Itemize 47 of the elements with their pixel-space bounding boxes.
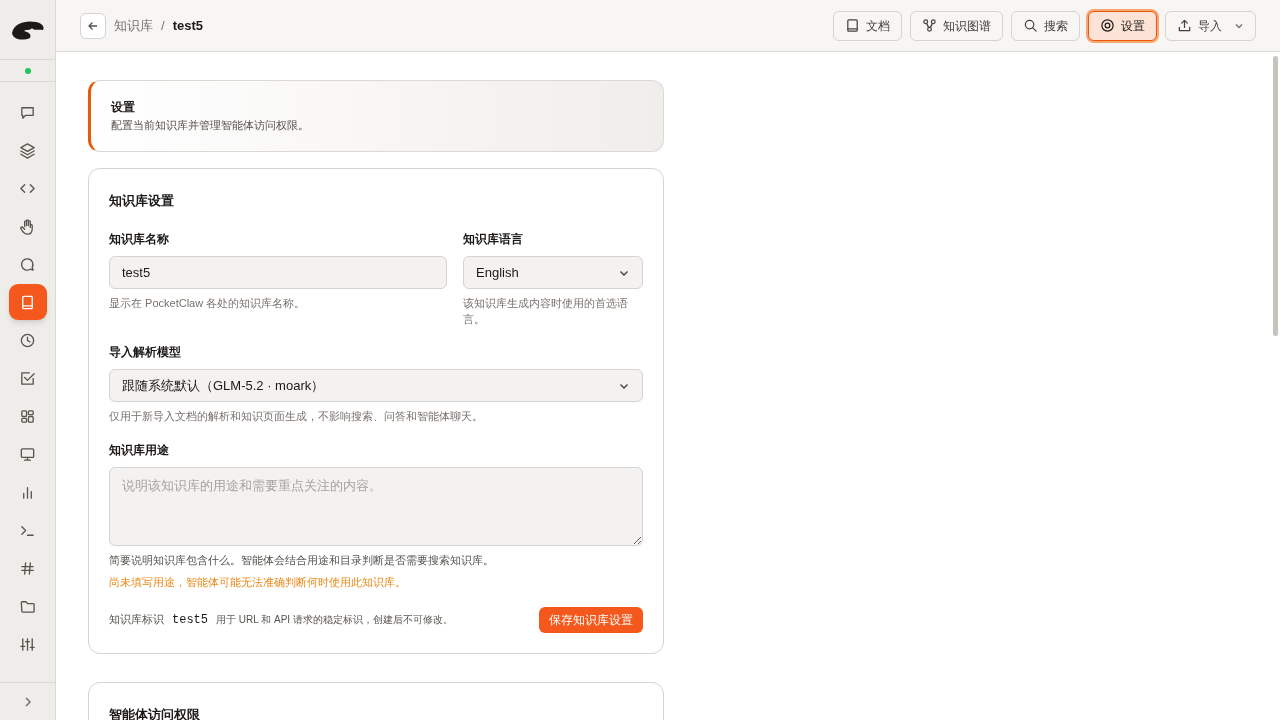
model-select[interactable]: 跟随系统默认（GLM-5.2 · moark） xyxy=(109,369,643,402)
hash-icon xyxy=(19,559,36,577)
toolbar-button[interactable]: 设置 xyxy=(1088,10,1157,41)
warning-text: 尚未填写用途，智能体可能无法准确判断何时使用此知识库。 xyxy=(109,575,407,590)
purpose-textarea[interactable]: 说明该知识库的用途和需要重点关注的内容。 xyxy=(109,466,643,546)
field-help: 简要说明知识库包含什么。智能体会结合用途和目录判断是否需要搜索知识库。 xyxy=(109,552,495,568)
breadcrumb-link[interactable]: 知识库 xyxy=(114,15,153,36)
back-button[interactable] xyxy=(80,12,106,39)
name-input[interactable]: test5 xyxy=(109,256,447,289)
card-title: 智能体访问权限 xyxy=(109,705,201,720)
clock-icon xyxy=(19,331,36,349)
dashboard-icon xyxy=(19,407,36,425)
field-label: 导入解析模型 xyxy=(109,344,182,361)
search-icon xyxy=(1023,18,1038,33)
breadcrumb-current: test5 xyxy=(172,16,203,35)
identifier-note: 用于 URL 和 API 请求的稳定标识，创建后不可修改。 xyxy=(216,613,453,627)
logo-icon xyxy=(9,18,46,41)
back-arrow-icon xyxy=(87,19,99,32)
hand-icon xyxy=(19,217,36,235)
nodes-icon xyxy=(922,18,937,33)
sliders-icon xyxy=(19,635,36,653)
identifier-value: test5 xyxy=(172,611,208,629)
field-help: 显示在 PocketClaw 各处的知识库名称。 xyxy=(109,296,307,311)
field-label: 知识库名称 xyxy=(109,231,170,248)
toolbar-button[interactable]: 搜索 xyxy=(1011,10,1080,41)
toolbar-button[interactable]: 知识图谱 xyxy=(910,10,1003,41)
import-dropdown[interactable]: 导入 xyxy=(1165,10,1256,41)
monitor-icon xyxy=(19,445,36,463)
field-label: 知识库语言 xyxy=(463,231,524,248)
field-label: 知识库用途 xyxy=(109,441,170,459)
settings-icon xyxy=(1100,18,1115,33)
field-help: 仅用于新导入文档的解析和知识页面生成，不影响搜索、问答和智能体聊天。 xyxy=(109,409,484,424)
book-icon xyxy=(19,293,36,311)
layers-icon xyxy=(19,141,36,159)
card-title: 知识库设置 xyxy=(109,191,175,210)
field-help: 该知识库生成内容时使用的首选语言。 xyxy=(463,296,629,327)
speech-bubble-icon xyxy=(19,255,36,273)
banner-subtitle: 配置当前知识库并管理智能体访问权限。 xyxy=(111,118,310,133)
toolbar-button[interactable]: 文档 xyxy=(833,10,902,41)
banner-title: 设置 xyxy=(111,99,136,116)
checkbox-icon xyxy=(19,369,36,387)
identifier-label: 知识库标识 xyxy=(109,612,164,628)
book-icon xyxy=(845,18,860,33)
sidebar-item[interactable] xyxy=(8,284,47,320)
breadcrumb-separator: / xyxy=(161,16,165,35)
upload-icon xyxy=(1177,18,1192,33)
language-select[interactable]: English xyxy=(463,256,643,289)
